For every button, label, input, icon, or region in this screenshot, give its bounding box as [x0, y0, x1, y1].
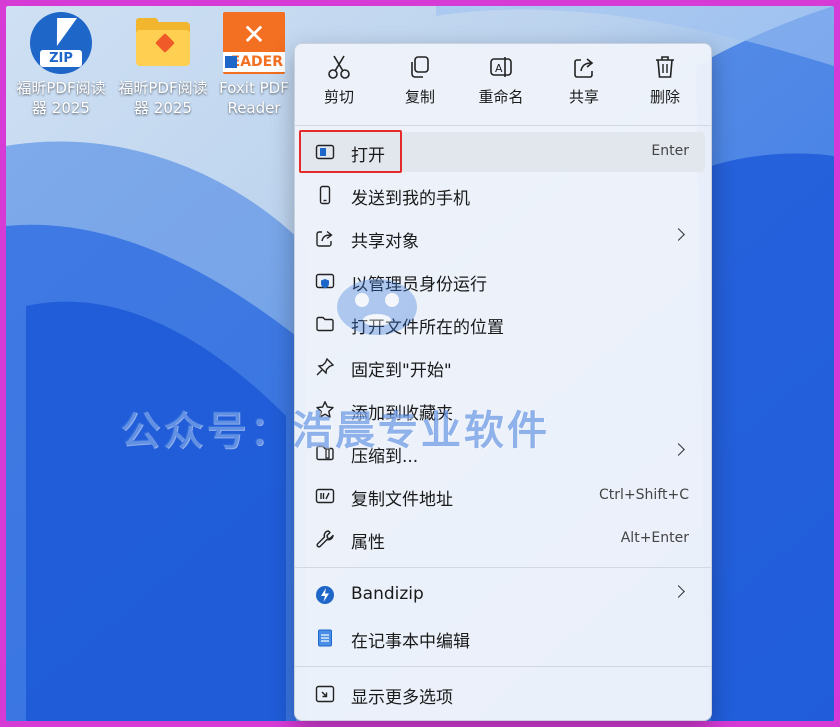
path-icon [315, 488, 335, 504]
rename-button[interactable]: A 重命名 [461, 54, 541, 107]
wrench-icon [316, 530, 334, 548]
phone-icon [319, 185, 331, 205]
highlight-box [299, 130, 402, 173]
menu-item-show-more-options[interactable]: 显示更多选项 [301, 674, 705, 714]
bandizip-icon [316, 586, 334, 604]
menu-item-edit-in-notepad[interactable]: 在记事本中编辑 [301, 618, 705, 658]
scissors-icon [328, 55, 350, 79]
folder-app-icon [132, 12, 194, 74]
share-icon [316, 230, 333, 247]
share-icon [574, 58, 594, 78]
zip-app-icon: ZIP [30, 12, 92, 74]
desktop-icon-label: 福昕PDF阅读器 2025 [16, 79, 106, 117]
menu-divider [295, 567, 711, 568]
chevron-right-icon [672, 228, 685, 241]
watermark-text: 公众号：浩晨专业软件 [120, 408, 550, 454]
copy-icon [411, 56, 429, 78]
menu-divider [295, 666, 711, 667]
menu-item-share-with[interactable]: 共享对象 [301, 218, 705, 258]
desktop-icon-foxit[interactable]: ✕ EADER Foxit PDF Reader [214, 12, 294, 118]
copy-button[interactable]: 复制 [380, 54, 460, 107]
cut-button[interactable]: 剪切 [299, 54, 379, 107]
desktop-icon-folder[interactable]: 福昕PDF阅读器 2025 [113, 12, 213, 118]
delete-button[interactable]: 删除 [625, 54, 705, 107]
desktop-icon-zip[interactable]: ZIP 福昕PDF阅读器 2025 [11, 12, 111, 118]
chevron-right-icon [672, 443, 685, 456]
menu-item-copy-as-path[interactable]: 复制文件地址 Ctrl+Shift+C [301, 476, 705, 516]
more-options-icon [315, 685, 335, 703]
shortcut-arrow-icon [225, 56, 237, 68]
desktop-icon-label: 福昕PDF阅读器 2025 [118, 79, 208, 117]
rename-icon: A [490, 57, 512, 77]
trash-icon [656, 56, 674, 78]
menu-item-pin-to-start[interactable]: 固定到"开始" [301, 347, 705, 387]
desktop-icon-label: Foxit PDF Reader [219, 79, 289, 117]
share-button[interactable]: 共享 [544, 54, 624, 107]
menu-item-properties[interactable]: 属性 Alt+Enter [301, 519, 705, 559]
foxit-app-icon: ✕ EADER [223, 12, 285, 74]
chevron-right-icon [672, 585, 685, 598]
menu-item-send-to-phone[interactable]: 发送到我的手机 [301, 175, 705, 215]
notepad-icon [318, 629, 332, 647]
menu-divider [295, 125, 711, 126]
pin-icon [316, 357, 335, 376]
menu-item-bandizip[interactable]: Bandizip [301, 575, 705, 615]
mascot-watermark-icon [337, 279, 417, 335]
svg-text:A: A [495, 62, 503, 75]
